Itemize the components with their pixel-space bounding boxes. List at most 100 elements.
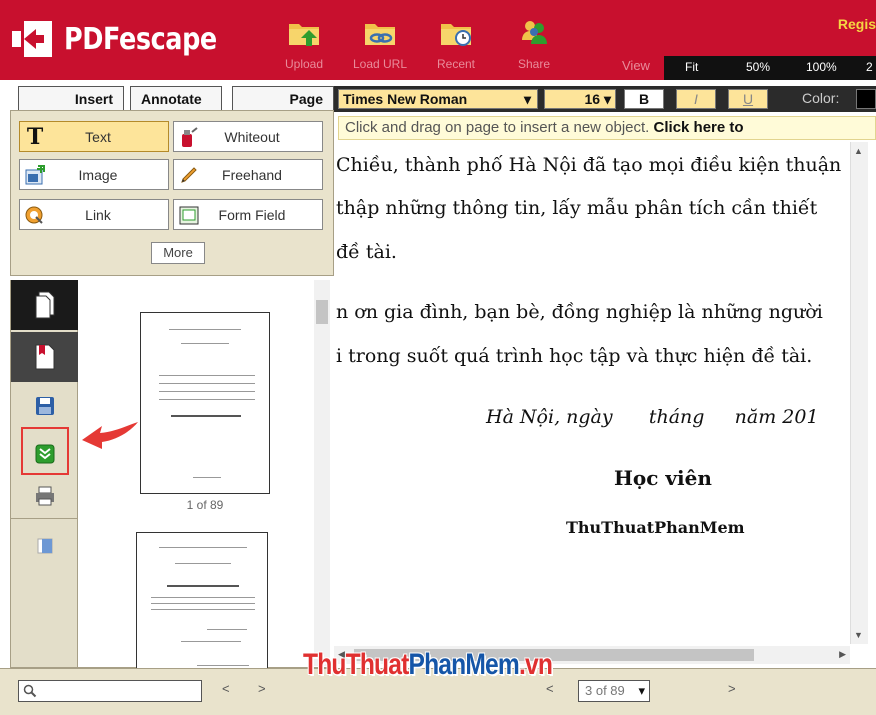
save-disk-icon bbox=[36, 397, 54, 415]
thumbnail-pane: 1 of 89 bbox=[78, 280, 334, 672]
doc-line-4: n ơn gia đình, bạn bè, đồng nghiệp là nh… bbox=[336, 301, 823, 323]
info-bar: Click and drag on page to insert a new o… bbox=[338, 116, 876, 140]
freehand-tool-label: Freehand bbox=[222, 166, 282, 183]
folder-clock-icon bbox=[441, 24, 471, 46]
image-tool-button[interactable]: Image bbox=[19, 159, 169, 190]
zoom-100[interactable]: 100% bbox=[806, 60, 837, 74]
whiteout-icon bbox=[182, 126, 198, 147]
folder-link-icon bbox=[365, 24, 395, 45]
scroll-up-icon[interactable]: ▲ bbox=[854, 146, 863, 156]
share-users-icon bbox=[522, 21, 547, 44]
bookmark-page-icon bbox=[35, 344, 55, 370]
share-button[interactable]: Share bbox=[506, 18, 562, 74]
watermark-logo: ThuThuatPhanMem.vn bbox=[303, 648, 553, 682]
left-tabs: Insert Annotate Page bbox=[10, 86, 334, 112]
page-thumbnail-1[interactable] bbox=[140, 312, 270, 494]
pages-icon bbox=[35, 291, 55, 319]
tab-insert[interactable]: Insert bbox=[18, 86, 124, 112]
doc-line-1: Chiều, thành phố Hà Nội đã tạo mọi điều … bbox=[336, 154, 842, 176]
italic-button[interactable]: I bbox=[676, 89, 716, 109]
info-link[interactable]: Click here to bbox=[654, 119, 744, 136]
thumbnail-page-label: 1 of 89 bbox=[186, 498, 224, 512]
pdfescape-app: PDFescape Upload Load URL Recent Share R… bbox=[0, 0, 876, 715]
image-insert-icon bbox=[25, 164, 45, 184]
search-prev-button[interactable]: < bbox=[222, 681, 230, 696]
pointer-arrow-icon bbox=[82, 422, 138, 449]
chevron-down-icon: ▾ bbox=[638, 683, 645, 698]
print-button[interactable] bbox=[11, 472, 79, 520]
bookmarks-button[interactable] bbox=[11, 332, 79, 382]
page-prev-button[interactable]: < bbox=[546, 681, 554, 696]
link-tool-label: Link bbox=[85, 206, 111, 223]
highlight-box bbox=[21, 427, 69, 475]
page-thumbnails-button[interactable] bbox=[11, 280, 79, 330]
watermark-part-3: .vn bbox=[518, 648, 553, 681]
link-tool-button[interactable]: Link bbox=[19, 199, 169, 230]
page-next-button[interactable]: > bbox=[728, 681, 736, 696]
whiteout-tool-label: Whiteout bbox=[224, 128, 280, 145]
search-next-button[interactable]: > bbox=[258, 681, 266, 696]
share-label: Share bbox=[517, 57, 551, 71]
freehand-tool-button[interactable]: Freehand bbox=[173, 159, 323, 190]
sidebar-divider bbox=[11, 518, 79, 519]
doc-line-5: i trong suốt quá trình học tập và thực h… bbox=[336, 345, 813, 367]
thumbnail-scrollbar[interactable] bbox=[314, 280, 330, 666]
doc-date-line: Hà Nội, ngày tháng năm 201 bbox=[486, 406, 819, 428]
pdfescape-logo[interactable]: PDFescape bbox=[12, 18, 244, 60]
tab-annotate[interactable]: Annotate bbox=[130, 86, 222, 112]
recent-label: Recent bbox=[436, 57, 476, 71]
zoom-50[interactable]: 50% bbox=[746, 60, 770, 74]
upload-button[interactable]: Upload bbox=[276, 18, 332, 74]
printer-icon bbox=[36, 486, 54, 506]
info-text: Click and drag on page to insert a new o… bbox=[345, 119, 650, 136]
zoom-200[interactable]: 2 bbox=[866, 60, 873, 74]
view-label: View bbox=[622, 58, 650, 73]
page-select[interactable]: 3 of 89 ▾ bbox=[578, 680, 650, 702]
load-url-button[interactable]: Load URL bbox=[352, 18, 408, 74]
register-link[interactable]: Regis bbox=[838, 16, 876, 32]
page-thumbnail-2[interactable] bbox=[136, 532, 268, 672]
color-label: Color: bbox=[802, 90, 840, 106]
whiteout-tool-button[interactable]: Whiteout bbox=[173, 121, 323, 152]
watermark-part-1: ThuThuat bbox=[303, 648, 409, 681]
doc-signer: ThuThuatPhanMem bbox=[566, 518, 745, 537]
font-toolbar: Times New Roman ▾ 16 ▾ B I U Color: bbox=[334, 86, 876, 112]
bold-button[interactable]: B bbox=[624, 89, 664, 109]
zoom-fit[interactable]: Fit bbox=[685, 60, 698, 74]
insert-panel: T Text Whiteout Image Freehand Link Form… bbox=[10, 110, 334, 276]
logo-text: PDFescape bbox=[64, 21, 217, 57]
search-icon bbox=[23, 684, 37, 698]
font-family-value: Times New Roman bbox=[343, 91, 468, 107]
form-field-icon bbox=[179, 206, 199, 224]
underline-button[interactable]: U bbox=[728, 89, 768, 109]
thumbnail-scroll-thumb[interactable] bbox=[316, 300, 328, 324]
image-tool-label: Image bbox=[78, 166, 118, 183]
load-url-label: Load URL bbox=[352, 57, 408, 71]
font-size-select[interactable]: 16 ▾ bbox=[544, 89, 616, 109]
upload-label: Upload bbox=[284, 57, 324, 71]
text-tool-button[interactable]: T Text bbox=[19, 121, 169, 152]
search-input[interactable] bbox=[18, 680, 202, 702]
logo-icon bbox=[12, 21, 52, 57]
chevron-down-icon: ▾ bbox=[523, 91, 531, 107]
more-button[interactable]: More bbox=[151, 242, 205, 264]
font-family-select[interactable]: Times New Roman ▾ bbox=[338, 89, 538, 109]
scroll-right-icon[interactable]: ▶ bbox=[839, 649, 846, 660]
folder-upload-icon bbox=[289, 24, 319, 46]
doc-line-3: đề tài. bbox=[336, 241, 397, 263]
color-swatch[interactable] bbox=[856, 89, 876, 109]
top-header: PDFescape Upload Load URL Recent Share R… bbox=[0, 0, 876, 80]
document-canvas[interactable]: Chiều, thành phố Hà Nội đã tạo mọi điều … bbox=[334, 142, 848, 644]
form-field-tool-button[interactable]: Form Field bbox=[173, 199, 323, 230]
document-vertical-scrollbar[interactable]: ▲ ▼ bbox=[850, 142, 868, 644]
page-square-icon bbox=[37, 538, 53, 554]
tab-page[interactable]: Page bbox=[232, 86, 334, 112]
pencil-icon bbox=[181, 166, 197, 183]
save-button[interactable] bbox=[11, 382, 79, 430]
watermark-part-2: PhanMem bbox=[408, 648, 519, 681]
scroll-down-icon[interactable]: ▼ bbox=[854, 630, 863, 640]
page-select-value: 3 of 89 bbox=[585, 683, 625, 698]
page-view-button[interactable] bbox=[11, 522, 79, 570]
text-tool-label: Text bbox=[85, 128, 111, 145]
recent-button[interactable]: Recent bbox=[428, 18, 484, 74]
